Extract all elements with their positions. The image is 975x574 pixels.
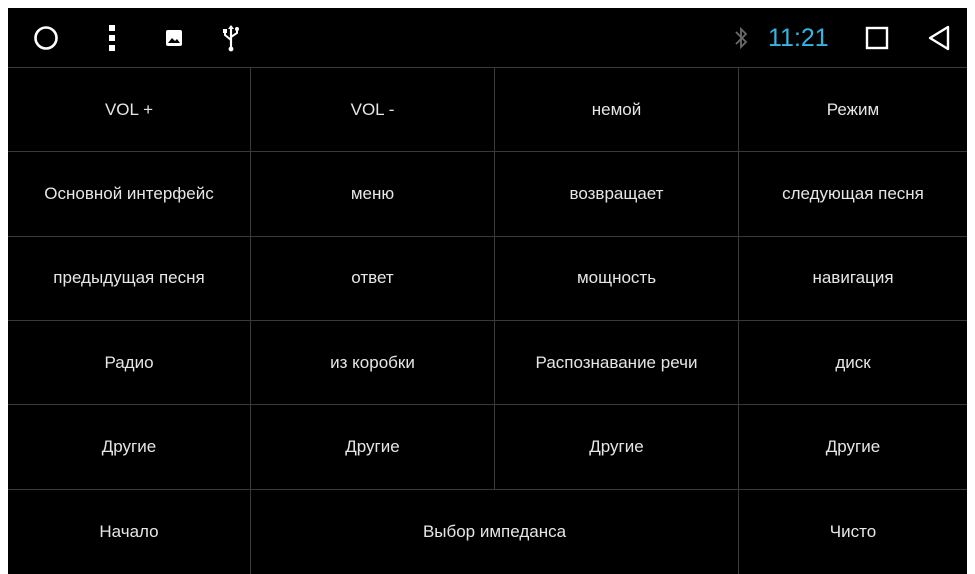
back-triangle-icon[interactable] bbox=[924, 8, 954, 68]
grid-cell-menu[interactable]: меню bbox=[251, 152, 495, 237]
grid-cell-power[interactable]: мощность bbox=[495, 236, 739, 321]
grid-cell-previous-song[interactable]: предыдущая песня bbox=[8, 236, 251, 321]
grid-cell-other-3[interactable]: Другие bbox=[495, 405, 739, 490]
grid-cell-navigation[interactable]: навигация bbox=[739, 237, 967, 321]
home-circle-icon[interactable] bbox=[28, 8, 64, 68]
grid-cell-impedance-select[interactable]: Выбор импеданса bbox=[251, 489, 739, 574]
usb-icon bbox=[218, 8, 244, 68]
image-icon bbox=[162, 8, 186, 68]
status-bar: 11:21 bbox=[8, 8, 967, 68]
grid-cell-other-2[interactable]: Другие bbox=[251, 405, 495, 490]
app-screen: 11:21 VOL + VOL - немой Режим Основной и… bbox=[8, 8, 967, 574]
grid-cell-mute[interactable]: немой bbox=[495, 68, 739, 153]
grid-cell-answer[interactable]: ответ bbox=[251, 236, 495, 321]
grid-cell-start[interactable]: Начало bbox=[8, 489, 251, 574]
bluetooth-icon bbox=[730, 8, 752, 68]
grid-cell-main-interface[interactable]: Основной интерфейс bbox=[8, 152, 251, 237]
grid-cell-clear[interactable]: Чисто bbox=[739, 490, 967, 574]
grid-cell-radio[interactable]: Радио bbox=[8, 321, 251, 406]
grid-cell-speech-recognition[interactable]: Распознавание речи bbox=[495, 321, 739, 406]
recents-square-icon[interactable] bbox=[862, 8, 892, 68]
key-function-grid: VOL + VOL - немой Режим Основной интерфе… bbox=[8, 68, 967, 574]
grid-cell-other-1[interactable]: Другие bbox=[8, 405, 251, 490]
clock-time: 11:21 bbox=[768, 24, 829, 52]
grid-cell-mode[interactable]: Режим bbox=[739, 68, 967, 153]
grid-cell-other-4[interactable]: Другие bbox=[739, 405, 967, 490]
grid-cell-next-song[interactable]: следующая песня bbox=[739, 152, 967, 237]
grid-cell-vol-up[interactable]: VOL + bbox=[8, 68, 251, 153]
more-vertical-icon[interactable] bbox=[100, 8, 124, 68]
grid-cell-disc[interactable]: диск bbox=[739, 321, 967, 406]
grid-cell-box[interactable]: из коробки bbox=[251, 321, 495, 406]
grid-cell-vol-down[interactable]: VOL - bbox=[251, 68, 495, 153]
grid-cell-return[interactable]: возвращает bbox=[495, 152, 739, 237]
